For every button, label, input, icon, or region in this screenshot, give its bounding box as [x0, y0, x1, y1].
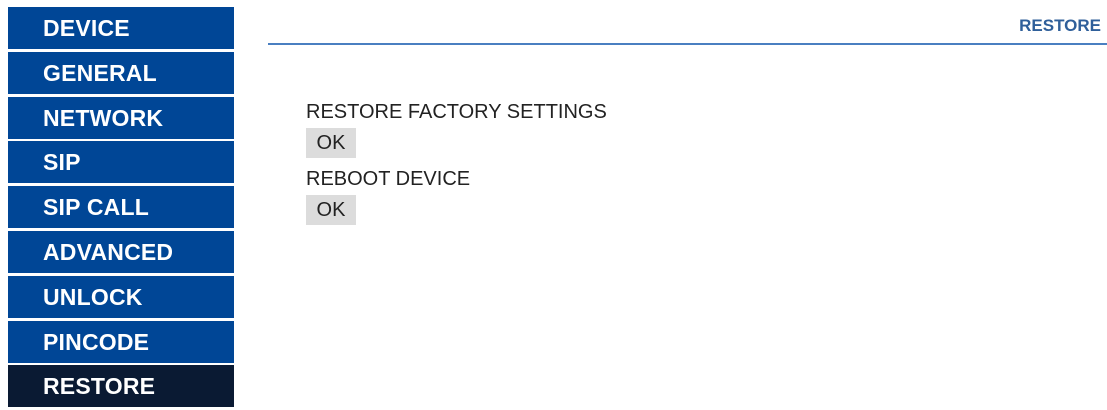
page-header: RESTORE — [268, 0, 1107, 46]
restore-panel: RESTORE FACTORY SETTINGS OK REBOOT DEVIC… — [306, 98, 607, 232]
sidebar-item-sip[interactable]: SIP — [8, 141, 234, 184]
restore-factory-settings-label: RESTORE FACTORY SETTINGS — [306, 101, 607, 123]
sidebar-item-sip-call[interactable]: SIP CALL — [8, 186, 234, 229]
reboot-device-label: REBOOT DEVICE — [306, 168, 471, 190]
sidebar-item-device[interactable]: DEVICE — [8, 7, 234, 49]
sidebar-item-unlock[interactable]: UNLOCK — [8, 275, 234, 318]
sidebar-item-general[interactable]: GENERAL — [8, 51, 234, 94]
sidebar-item-network[interactable]: NETWORK — [8, 96, 234, 139]
sidebar-item-restore[interactable]: RESTORE — [8, 365, 234, 408]
restore-factory-ok-button[interactable]: OK — [306, 128, 356, 158]
header-divider — [268, 43, 1107, 45]
page-title: RESTORE — [1019, 16, 1101, 35]
sidebar-item-pincode[interactable]: PINCODE — [8, 320, 234, 363]
sidebar-item-advanced[interactable]: ADVANCED — [8, 230, 234, 273]
sidebar-nav: DEVICE GENERAL NETWORK SIP SIP CALL ADVA… — [8, 7, 234, 410]
reboot-device-ok-button[interactable]: OK — [306, 195, 356, 225]
